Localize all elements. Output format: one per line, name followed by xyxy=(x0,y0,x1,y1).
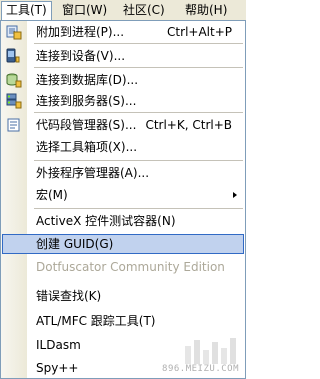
menu-item-shortcut: Ctrl+K, Ctrl+B xyxy=(145,118,232,132)
attach-process-icon xyxy=(6,24,22,40)
menu-separator xyxy=(34,208,243,209)
menu-item-dotfuscator: Dotfuscator Community Edition xyxy=(2,257,244,277)
menu-item-label: 连接到服务器(S)... xyxy=(36,94,137,108)
menu-bar: 工具(T) 窗口(W) 社区(C) 帮助(H) xyxy=(0,0,246,22)
menu-item-label: 连接到设备(V)... xyxy=(36,49,126,63)
connect-server-icon xyxy=(6,93,22,109)
menu-item-label: Spy++ xyxy=(36,361,79,375)
menu-item-addin-manager[interactable]: 外接程序管理器(A)... xyxy=(2,163,244,183)
menu-item-activex-test-container[interactable]: ActiveX 控件测试容器(N) xyxy=(2,211,244,231)
menubar-community-label: 社区(C) xyxy=(123,3,165,17)
menu-item-shortcut: Ctrl+Alt+P xyxy=(167,25,232,39)
menu-item-label: 选择工具箱项(X)... xyxy=(36,140,138,154)
menu-separator xyxy=(34,112,243,113)
menu-item-attach-process[interactable]: 附加到进程(P)... Ctrl+Alt+P xyxy=(2,22,244,42)
tools-menu-dropdown: 附加到进程(P)... Ctrl+Alt+P 连接到设备(V)... 连接到数据… xyxy=(0,20,246,379)
submenu-arrow-icon xyxy=(233,192,237,198)
menubar-help-label: 帮助(H) xyxy=(185,3,228,17)
menu-item-error-lookup[interactable]: 错误查找(K) xyxy=(2,286,244,306)
menu-item-macros[interactable]: 宏(M) xyxy=(2,185,244,205)
menu-item-label: 宏(M) xyxy=(36,188,68,202)
watermark-logo-icon xyxy=(185,338,236,364)
snippet-manager-icon xyxy=(6,117,22,133)
menu-item-label: 外接程序管理器(A)... xyxy=(36,166,150,180)
menu-item-label: ATL/MFC 跟踪工具(T) xyxy=(36,314,156,328)
menu-item-label: 创建 GUID(G) xyxy=(36,237,114,251)
menu-item-choose-toolbox-items[interactable]: 选择工具箱项(X)... xyxy=(2,137,244,157)
menu-item-label: Dotfuscator Community Edition xyxy=(36,260,225,274)
menu-item-label: ActiveX 控件测试容器(N) xyxy=(36,214,176,228)
menu-separator xyxy=(34,67,243,68)
menubar-help[interactable]: 帮助(H) xyxy=(180,1,232,19)
menu-separator xyxy=(34,43,243,44)
menubar-tools[interactable]: 工具(T) xyxy=(1,1,52,22)
menu-item-connect-server[interactable]: 连接到服务器(S)... xyxy=(2,91,244,111)
menu-item-label: 错误查找(K) xyxy=(36,289,102,303)
menu-item-snippet-manager[interactable]: 代码段管理器(S)... Ctrl+K, Ctrl+B xyxy=(2,115,244,135)
menu-item-label: 连接到数据库(D)... xyxy=(36,73,139,87)
menu-item-label: ILDasm xyxy=(36,338,81,352)
menubar-window[interactable]: 窗口(W) xyxy=(57,1,112,19)
menu-item-label: 附加到进程(P)... xyxy=(36,25,125,39)
watermark-text: 896.MEIZU.COM xyxy=(162,364,239,374)
menubar-community[interactable]: 社区(C) xyxy=(118,1,170,19)
menu-separator xyxy=(34,160,243,161)
menu-item-atl-mfc-trace-tool[interactable]: ATL/MFC 跟踪工具(T) xyxy=(2,311,244,331)
menu-item-label: 代码段管理器(S)... xyxy=(36,118,137,132)
menubar-window-label: 窗口(W) xyxy=(62,3,108,17)
connect-database-icon xyxy=(6,72,22,88)
menu-item-connect-database[interactable]: 连接到数据库(D)... xyxy=(2,70,244,90)
menu-item-connect-device[interactable]: 连接到设备(V)... xyxy=(2,46,244,66)
menubar-tools-label: 工具(T) xyxy=(6,3,47,17)
connect-device-icon xyxy=(6,48,22,64)
menu-item-create-guid[interactable]: 创建 GUID(G) xyxy=(2,234,244,254)
